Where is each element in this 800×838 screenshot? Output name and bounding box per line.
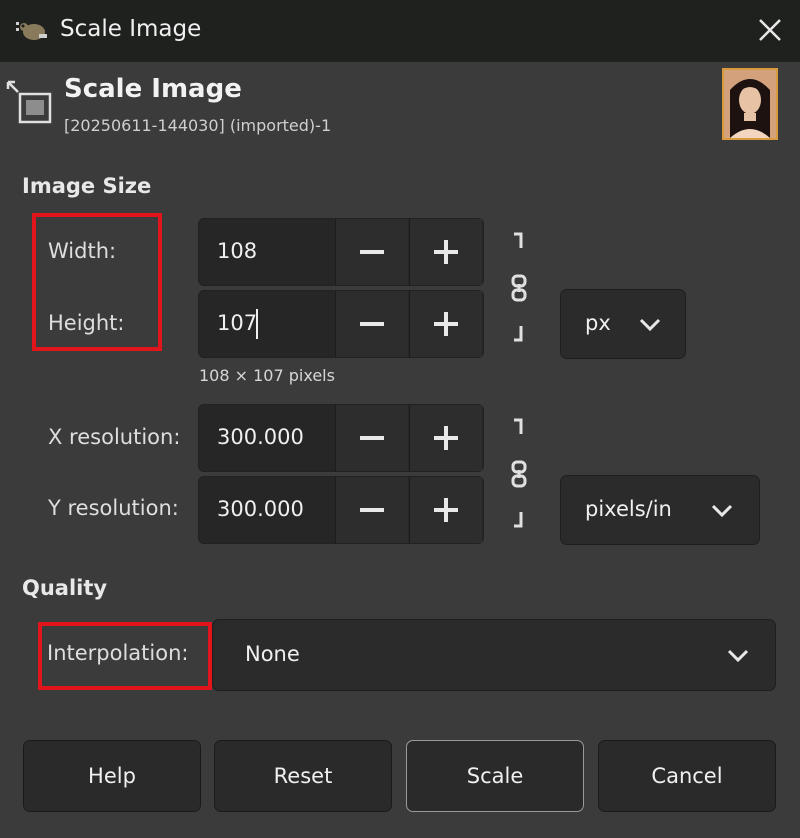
gimp-icon: [16, 22, 47, 40]
y-resolution-decrement-button[interactable]: [335, 477, 408, 543]
scale-image-icon: [6, 80, 52, 124]
x-resolution-increment-button[interactable]: [409, 405, 482, 471]
chevron-down-icon: [639, 318, 661, 332]
minus-icon: [360, 508, 384, 512]
dialog-title: Scale Image: [64, 74, 242, 104]
y-resolution-increment-button[interactable]: [409, 477, 482, 543]
x-resolution-spinner[interactable]: 300.000: [198, 404, 484, 472]
plus-icon: [434, 312, 458, 336]
x-resolution-input[interactable]: 300.000: [217, 425, 304, 449]
pixel-size-info: 108 × 107 pixels: [199, 366, 335, 385]
width-input[interactable]: 108: [217, 239, 257, 263]
minus-icon: [360, 436, 384, 440]
chain-link-icon[interactable]: [506, 228, 532, 346]
width-increment-button[interactable]: [409, 219, 482, 285]
chevron-down-icon: [727, 649, 749, 663]
interpolation-value: None: [245, 642, 300, 666]
cancel-button[interactable]: Cancel: [598, 740, 776, 812]
image-name: [20250611-144030] (imported)-1: [64, 116, 332, 135]
x-resolution-decrement-button[interactable]: [335, 405, 408, 471]
width-spinner[interactable]: 108: [198, 218, 484, 286]
height-spinner[interactable]: 107: [198, 290, 484, 358]
image-thumbnail: [722, 68, 778, 140]
close-icon[interactable]: [752, 12, 788, 48]
quality-section-title: Quality: [22, 576, 108, 600]
y-resolution-label: Y resolution:: [48, 496, 179, 520]
text-cursor: [256, 309, 258, 339]
width-decrement-button[interactable]: [335, 219, 408, 285]
interpolation-dropdown[interactable]: None: [212, 619, 776, 691]
x-resolution-label: X resolution:: [48, 425, 181, 449]
y-resolution-input[interactable]: 300.000: [217, 497, 304, 521]
minus-icon: [360, 322, 384, 326]
minus-icon: [360, 250, 384, 254]
scale-button[interactable]: Scale: [406, 740, 584, 812]
resolution-unit-dropdown[interactable]: pixels/in: [560, 475, 760, 545]
size-unit-dropdown[interactable]: px: [560, 289, 686, 359]
plus-icon: [434, 240, 458, 264]
help-button[interactable]: Help: [23, 740, 201, 812]
window-title: Scale Image: [60, 16, 202, 42]
resolution-chain-link-icon[interactable]: [506, 414, 532, 532]
height-decrement-button[interactable]: [335, 291, 408, 357]
plus-icon: [434, 498, 458, 522]
resolution-unit-value: pixels/in: [585, 497, 672, 521]
window-titlebar: Scale Image: [0, 0, 800, 62]
chevron-down-icon: [711, 504, 733, 518]
reset-button[interactable]: Reset: [214, 740, 392, 812]
size-unit-value: px: [585, 311, 611, 335]
height-increment-button[interactable]: [409, 291, 482, 357]
highlight-box-interpolation: [38, 622, 212, 690]
highlight-box-size-labels: [32, 213, 162, 351]
y-resolution-spinner[interactable]: 300.000: [198, 476, 484, 544]
plus-icon: [434, 426, 458, 450]
height-input[interactable]: 107: [217, 311, 257, 335]
image-size-section-title: Image Size: [22, 174, 152, 198]
